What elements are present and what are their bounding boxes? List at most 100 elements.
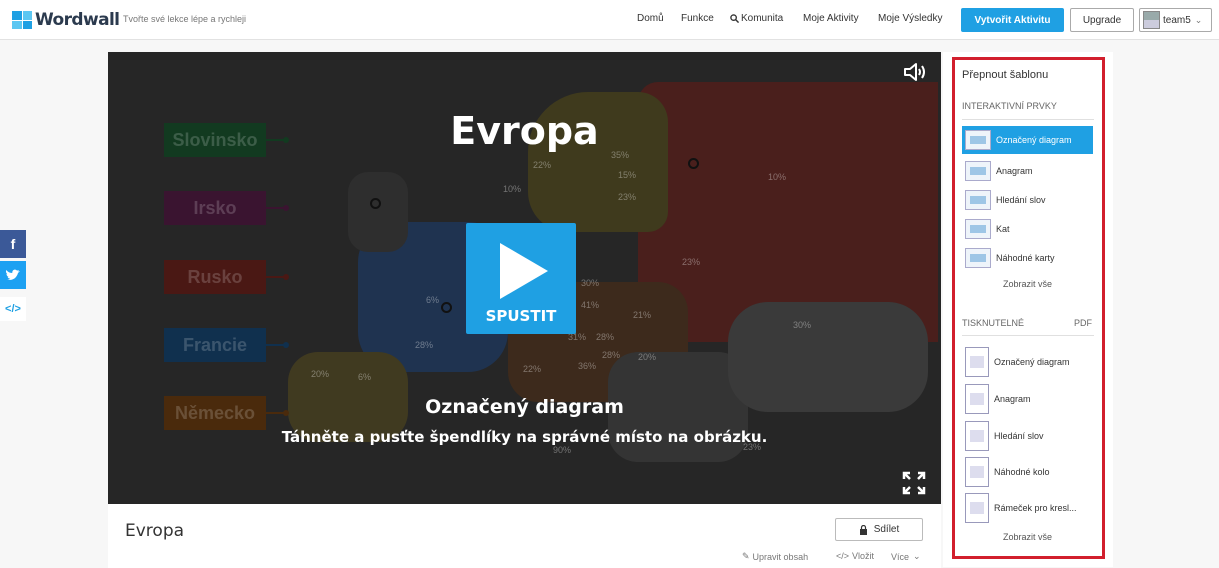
map-percentage: 21% [633,310,652,320]
map-percentage: 10% [768,172,787,182]
printable-anagram[interactable]: Anagram [962,382,1093,416]
map-percentage: 28% [596,332,615,342]
map-percentage: 30% [581,278,600,288]
map-percentage: 30% [793,320,812,330]
template-label: Označený diagram [996,135,1072,145]
template-labelled-diagram[interactable]: Označený diagram [962,126,1093,154]
nav-community-label: Komunita [741,13,784,24]
printable-random-wheel[interactable]: Náhodné kolo [962,455,1093,489]
nav-my-activities[interactable]: Moje Aktivity [803,13,859,24]
twitter-share-button[interactable] [0,261,26,289]
user-name: team5 [1163,14,1191,26]
printable-label: Náhodné kolo [994,467,1050,477]
hangman-icon [965,219,991,239]
wordsearch-icon [965,190,991,210]
printable-label: Anagram [994,394,1031,404]
play-label: SPUSTIT [485,307,557,325]
upgrade-button[interactable]: Upgrade [1070,8,1134,32]
template-label: Náhodné karty [996,253,1055,263]
top-header: Wordwall Tvořte své lekce lépe a rychlej… [0,0,1219,40]
label-pin [283,274,289,280]
edit-content-link[interactable]: ✎ Upravit obsah [742,551,808,562]
search-icon [730,14,739,23]
more-menu[interactable]: Více ⌄ [891,551,921,562]
tagline: Tvořte své lekce lépe a rychleji [123,14,247,24]
embed-label: Vložit [852,551,875,561]
template-random-cards[interactable]: Náhodné karty [962,244,1093,272]
nav-features[interactable]: Funkce [681,13,714,24]
printable-labelled-diagram[interactable]: Označený diagram [962,345,1093,379]
anagram-icon [965,161,991,181]
code-icon: </> [836,551,850,561]
map-percentage: 15% [618,170,637,180]
printable-label: Hledání slov [994,431,1044,441]
printable-drawing-frame[interactable]: Rámeček pro kresl... [962,491,1093,525]
more-label: Více [891,551,910,562]
map-pin [441,302,452,313]
avatar [1143,11,1160,29]
switcher-title: Přepnout šablonu [962,69,1049,81]
label-connector [266,344,284,346]
wordwall-logo-icon [12,11,32,29]
printable-heading: TISKNUTELNÉ [962,318,1025,328]
wordwall-logo[interactable]: Wordwall [12,9,120,31]
labelled-diagram-icon [965,130,991,150]
activity-info: Evropa Sdílet ✎ Upravit obsah </> Vložit… [108,504,941,568]
label-russia[interactable]: Rusko [164,260,266,294]
map-percentage: 36% [578,361,597,371]
printable-label: Rámeček pro kresl... [994,503,1077,513]
divider [962,119,1094,120]
create-activity-button[interactable]: Vytvořit Aktivitu [961,8,1064,32]
interactive-heading: INTERAKTIVNÍ PRVKY [962,101,1057,111]
map-percentage: 28% [602,350,621,360]
play-button[interactable]: SPUSTIT [466,223,576,334]
pdf-label: PDF [1074,318,1092,328]
map-percentage: 28% [415,340,434,350]
label-pin [283,342,289,348]
pencil-icon: ✎ [742,551,750,561]
map-percentage: 6% [358,372,372,382]
twitter-icon [6,269,20,280]
printable-label: Označený diagram [994,357,1070,367]
label-ireland[interactable]: Irsko [164,191,266,225]
facebook-icon: f [10,236,16,252]
random-wheel-print-icon [965,457,989,487]
embed-icon: </> [5,303,21,315]
show-all-printable-link[interactable]: Zobrazit vše [962,532,1093,542]
map-percentage: 20% [311,369,330,379]
anagram-print-icon [965,384,989,414]
embed-link[interactable]: </> Vložit [836,551,874,561]
nav-my-results[interactable]: Moje Výsledky [878,13,942,24]
fullscreen-icon[interactable] [901,470,927,496]
template-name: Označený diagram [425,396,624,418]
map-pin [688,158,699,169]
map-region-uk [348,172,408,252]
chevron-down-icon: ⌄ [913,551,921,561]
template-label: Kat [996,224,1010,234]
map-percentage: 90% [553,445,572,455]
sound-icon[interactable] [903,62,929,82]
template-label: Anagram [996,166,1033,176]
wordsearch-print-icon [965,421,989,451]
share-button[interactable]: Sdílet [835,518,923,541]
printable-wordsearch[interactable]: Hledání slov [962,419,1093,453]
show-all-interactive-link[interactable]: Zobrazit vše [962,279,1093,289]
map-pin [370,198,381,209]
activity-title: Evropa [125,521,185,541]
template-anagram[interactable]: Anagram [962,157,1093,185]
nav-community[interactable]: Komunita [730,13,783,24]
facebook-share-button[interactable]: f [0,230,26,258]
label-france[interactable]: Francie [164,328,266,362]
share-label: Sdílet [873,524,900,535]
game-preview[interactable]: Slovinsko Irsko Rusko Francie Německo 35… [108,52,941,504]
map-percentage: 20% [638,352,657,362]
template-label: Hledání slov [996,195,1046,205]
play-icon [500,243,548,299]
embed-share-button[interactable]: </> [0,297,26,321]
label-connector [266,207,284,209]
template-hangman[interactable]: Kat [962,215,1093,243]
nav-home[interactable]: Domů [637,13,664,24]
template-wordsearch[interactable]: Hledání slov [962,186,1093,214]
user-menu-button[interactable]: team5 ⌄ [1139,8,1212,32]
drawing-frame-print-icon [965,493,989,523]
